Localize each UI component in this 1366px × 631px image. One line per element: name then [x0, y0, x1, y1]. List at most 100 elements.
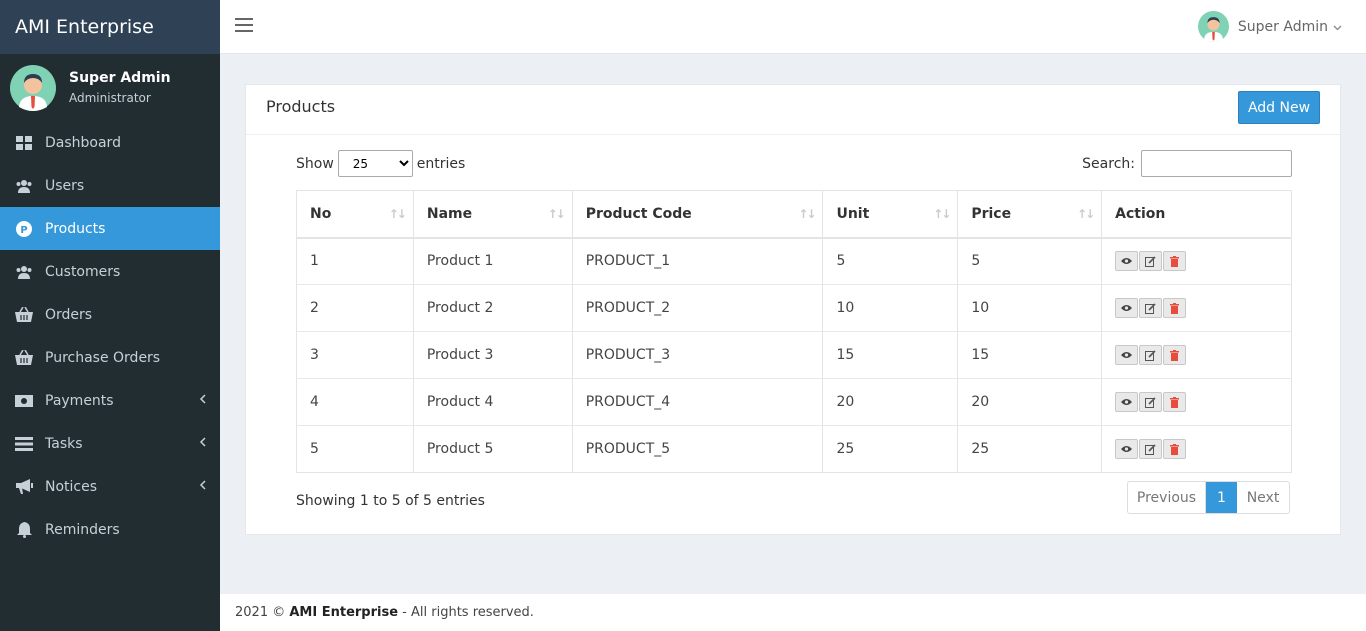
page-size-control: Show 25 entries — [296, 150, 465, 177]
sidebar-item-users[interactable]: Users — [0, 164, 220, 207]
sidebar-item-purchase-orders[interactable]: Purchase Orders — [0, 336, 220, 379]
table-cell: 4 — [296, 378, 414, 426]
table-row: 4 Product 4 PRODUCT_4 20 20 — [296, 378, 1292, 426]
megaphone-icon — [15, 478, 33, 496]
table-row: 1 Product 1 PRODUCT_1 5 5 — [296, 237, 1292, 285]
search-control: Search: — [1082, 150, 1292, 177]
card-header: Products Add New — [246, 85, 1340, 135]
edit-button[interactable] — [1139, 439, 1163, 459]
table-row: 3 Product 3 PRODUCT_3 15 15 — [296, 331, 1292, 379]
column-header-price[interactable]: Price ↑↓ — [957, 190, 1103, 239]
eye-icon — [1121, 304, 1133, 312]
table-cell: 5 — [957, 237, 1103, 285]
sidebar-item-label: Customers — [45, 263, 121, 280]
table-row: 2 Product 2 PRODUCT_2 10 10 — [296, 284, 1292, 332]
sidebar-item-products[interactable]: P Products — [0, 207, 220, 250]
column-header-action: Action — [1101, 190, 1292, 239]
table-cell: 10 — [957, 284, 1103, 332]
next-page-button[interactable]: Next — [1237, 482, 1289, 513]
edit-button[interactable] — [1139, 298, 1163, 318]
sidebar-item-label: Tasks — [45, 435, 83, 452]
previous-page-button[interactable]: Previous — [1128, 482, 1206, 513]
pagination: Previous 1 Next — [1127, 481, 1290, 514]
delete-button[interactable] — [1163, 251, 1187, 272]
products-table: No ↑↓ Name ↑↓ Product Code ↑↓ Unit ↑↓ Price ↑… — [296, 190, 1292, 473]
edit-icon — [1145, 396, 1156, 408]
add-new-button[interactable]: Add New — [1238, 91, 1320, 124]
table-cell: 20 — [822, 378, 959, 426]
table-cell: PRODUCT_4 — [572, 378, 824, 426]
user-menu-name: Super Admin — [1237, 18, 1328, 35]
page-size-select[interactable]: 25 — [337, 150, 413, 177]
action-cell — [1101, 378, 1292, 426]
sidebar-item-orders[interactable]: Orders — [0, 293, 220, 336]
column-header-name[interactable]: Name ↑↓ — [413, 190, 573, 239]
search-input[interactable] — [1141, 150, 1292, 177]
sidebar-item-customers[interactable]: Customers — [0, 250, 220, 293]
action-cell — [1101, 331, 1292, 379]
app-title[interactable]: AMI Enterprise — [0, 0, 220, 54]
page-title: Products — [266, 97, 336, 116]
users-icon — [15, 177, 33, 195]
edit-button[interactable] — [1139, 251, 1163, 272]
trash-icon — [1170, 255, 1180, 267]
column-header-unit[interactable]: Unit ↑↓ — [822, 190, 959, 239]
footer-year: 2021 © — [235, 605, 286, 620]
user-menu[interactable]: Super Admin — [1197, 11, 1342, 42]
basket-icon — [15, 349, 33, 367]
sidebar-item-payments[interactable]: Payments — [0, 379, 220, 422]
footer-rights: - All rights reserved. — [402, 605, 534, 620]
sidebar-item-label: Notices — [45, 478, 98, 495]
basket-icon — [15, 306, 33, 324]
entries-label: entries — [416, 155, 466, 172]
svg-text:P: P — [20, 225, 27, 236]
delete-button[interactable] — [1163, 345, 1187, 365]
sidebar-item-label: Users — [45, 177, 85, 194]
delete-button[interactable] — [1163, 439, 1187, 459]
trash-icon — [1170, 396, 1180, 408]
menu-toggle-icon[interactable] — [235, 18, 253, 34]
edit-button[interactable] — [1139, 345, 1163, 365]
trash-icon — [1170, 349, 1180, 361]
delete-button[interactable] — [1163, 392, 1187, 412]
table-row: 5 Product 5 PRODUCT_5 25 25 — [296, 425, 1292, 473]
products-card: Products Add New Show 25 entries Search:… — [245, 84, 1341, 535]
show-label: Show — [296, 155, 334, 172]
table-cell: PRODUCT_5 — [572, 425, 824, 473]
search-label: Search: — [1082, 155, 1135, 172]
sidebar-item-label: Dashboard — [45, 134, 121, 151]
delete-button[interactable] — [1163, 298, 1187, 318]
action-cell — [1101, 425, 1292, 473]
sidebar-item-reminders[interactable]: Reminders — [0, 508, 220, 551]
sidebar-item-tasks[interactable]: Tasks — [0, 422, 220, 465]
sidebar: AMI Enterprise Super Admin Administrator… — [0, 0, 220, 631]
sidebar-item-label: Products — [45, 220, 106, 237]
action-cell — [1101, 237, 1292, 285]
table-cell: PRODUCT_3 — [572, 331, 824, 379]
trash-icon — [1170, 443, 1180, 455]
sidebar-item-label: Payments — [45, 392, 114, 409]
table-cell: Product 4 — [413, 378, 573, 426]
sort-icon: ↑↓ — [388, 207, 407, 221]
table-cell: 15 — [957, 331, 1103, 379]
edit-icon — [1145, 302, 1156, 314]
view-button[interactable] — [1115, 392, 1139, 412]
table-cell: 10 — [822, 284, 959, 332]
sidebar-item-dashboard[interactable]: Dashboard — [0, 121, 220, 164]
view-button[interactable] — [1115, 251, 1139, 272]
column-header-product-code[interactable]: Product Code ↑↓ — [572, 190, 824, 239]
page-1-button[interactable]: 1 — [1206, 482, 1237, 513]
sidebar-item-notices[interactable]: Notices — [0, 465, 220, 508]
view-button[interactable] — [1115, 345, 1139, 365]
customers-icon — [15, 263, 33, 281]
chevron-left-icon — [199, 479, 206, 495]
view-button[interactable] — [1115, 298, 1139, 318]
column-header-no[interactable]: No ↑↓ — [296, 190, 414, 239]
edit-button[interactable] — [1139, 392, 1163, 412]
sort-icon: ↑↓ — [933, 207, 951, 221]
table-cell: PRODUCT_1 — [572, 237, 824, 285]
table-cell: 15 — [822, 331, 959, 379]
view-button[interactable] — [1115, 439, 1139, 459]
table-body: 1 Product 1 PRODUCT_1 5 5 2 Product 2 PRODUCT_2… — [296, 237, 1292, 473]
footer-company: AMI Enterprise — [289, 605, 399, 620]
